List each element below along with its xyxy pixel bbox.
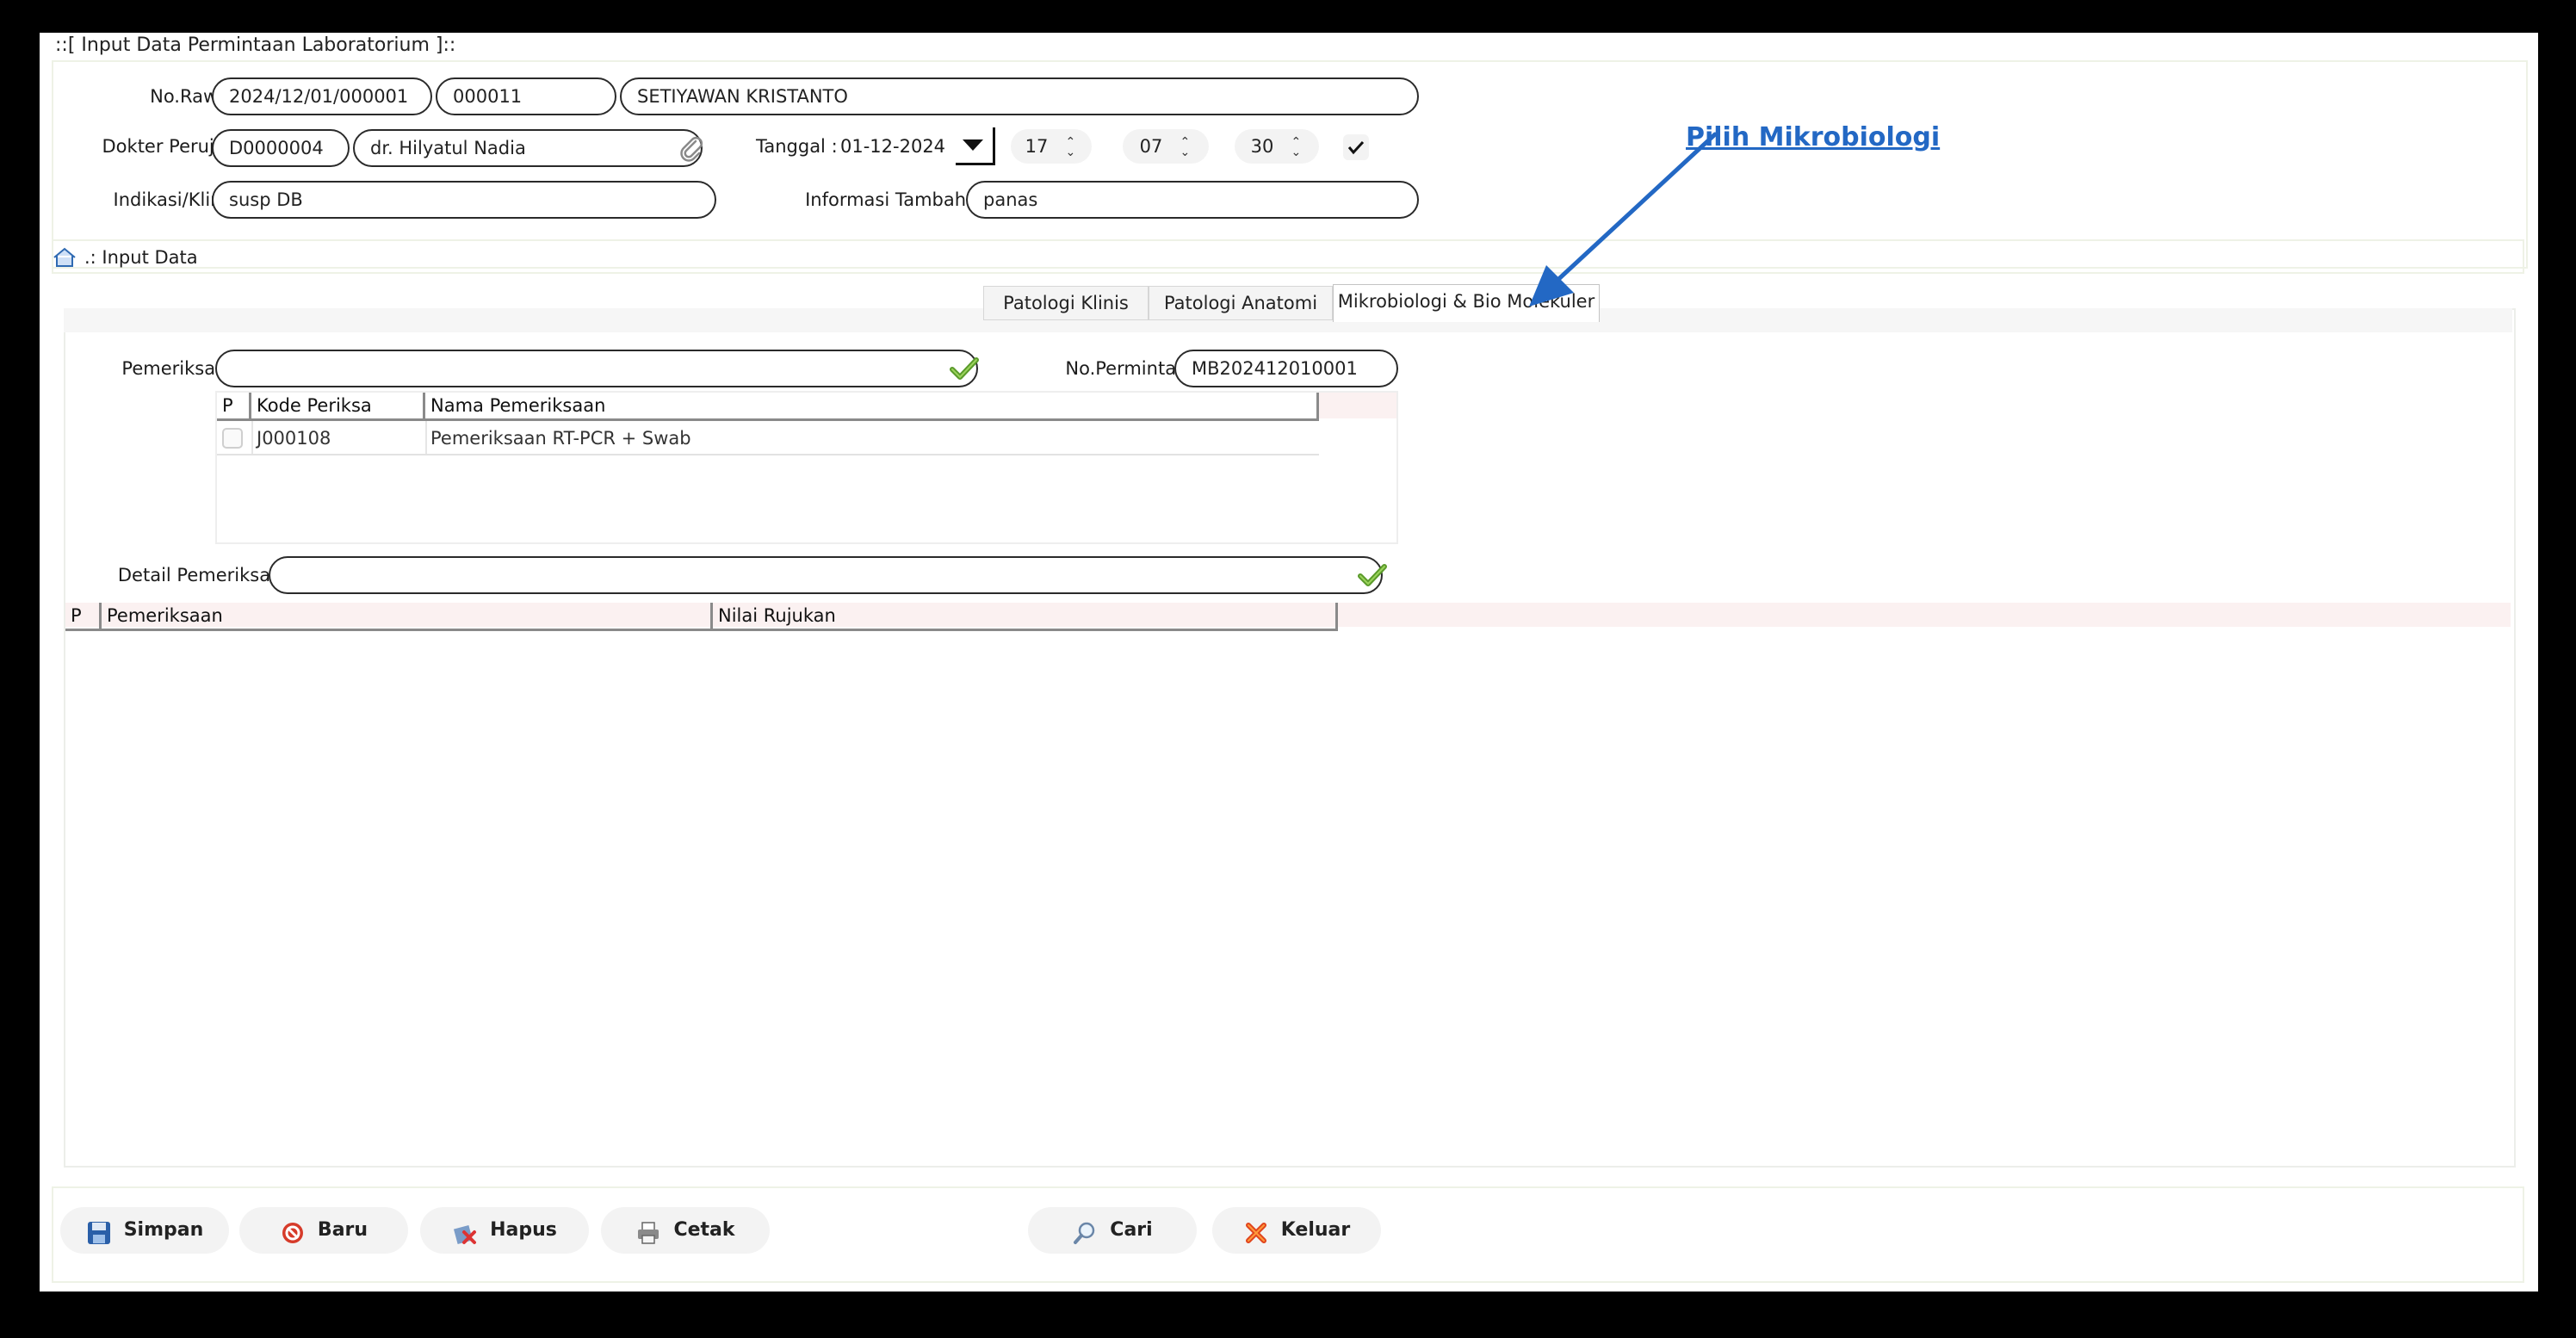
minute-spinner[interactable]: 07 ⌃ ⌄ (1123, 129, 1209, 164)
keluar-button[interactable]: Keluar (1212, 1207, 1381, 1254)
detail-table-header: P Pemeriksaan Nilai Rujukan (65, 603, 1338, 631)
second-spinner[interactable]: 30 ⌃ ⌄ (1235, 129, 1319, 164)
no-rawat-field[interactable]: 2024/12/01/000001 (212, 77, 432, 115)
cell-kode: J000108 (257, 428, 331, 449)
spinner-arrows-icon: ⌃ ⌄ (1291, 135, 1302, 159)
detail-pemeriksaan-label: Detail Pemeriksaan : (117, 565, 305, 585)
search-icon (1072, 1217, 1098, 1244)
date-dropdown-button[interactable] (956, 127, 995, 165)
tanggal-label: Tanggal : (756, 136, 838, 157)
cetak-button[interactable]: Cetak (601, 1207, 770, 1254)
col-nama-pemeriksaan[interactable]: Nama Pemeriksaan (425, 393, 1319, 418)
input-data-label: .: Input Data (84, 247, 198, 268)
indikasi-field[interactable]: susp DB (212, 181, 716, 219)
hour-value: 17 (1025, 136, 1049, 157)
spinner-arrows-icon: ⌃ ⌄ (1065, 135, 1076, 159)
table-header: P Kode Periksa Nama Pemeriksaan (217, 393, 1319, 421)
printer-icon (635, 1217, 661, 1244)
baru-label: Baru (317, 1219, 368, 1241)
close-icon (1243, 1217, 1269, 1243)
simpan-label: Simpan (123, 1219, 204, 1241)
new-icon (280, 1217, 306, 1243)
col-nilai-rujukan[interactable]: Nilai Rujukan (713, 603, 1338, 629)
tanggal-value[interactable]: 01-12-2024 (840, 129, 945, 164)
col-p[interactable]: P (217, 393, 251, 418)
info-tambahan-label: Informasi Tambahan : (805, 189, 1000, 210)
tab-patologi-anatomi[interactable]: Patologi Anatomi (1149, 286, 1333, 320)
col-kode-periksa[interactable]: Kode Periksa (251, 393, 425, 418)
detail-check-icon[interactable] (1357, 561, 1388, 589)
keluar-label: Keluar (1280, 1219, 1351, 1241)
kode-dokter-field[interactable]: D0000004 (212, 129, 350, 167)
hapus-button[interactable]: Hapus (420, 1207, 589, 1254)
checkmark-icon (1347, 140, 1365, 155)
col-p[interactable]: P (65, 603, 102, 629)
row-checkbox[interactable] (222, 428, 243, 449)
nama-dokter-field[interactable]: dr. Hilyatul Nadia (353, 129, 703, 167)
pemeriksaan-search-input[interactable] (215, 350, 978, 387)
lab-request-window: ::[ Input Data Permintaan Laboratorium ]… (40, 33, 2538, 1292)
header-tint (1319, 393, 1396, 418)
chevron-down-icon (963, 139, 983, 151)
save-icon (86, 1217, 112, 1244)
simpan-button[interactable]: Simpan (60, 1207, 229, 1254)
spinner-arrows-icon: ⌃ ⌄ (1180, 135, 1191, 159)
hour-spinner[interactable]: 17 ⌃ ⌄ (1011, 129, 1092, 164)
paperclip-icon[interactable] (677, 134, 706, 164)
home-icon (52, 246, 77, 269)
col-pemeriksaan[interactable]: Pemeriksaan (102, 603, 713, 629)
window-title: ::[ Input Data Permintaan Laboratorium ]… (55, 34, 456, 56)
cetak-label: Cetak (673, 1219, 735, 1241)
info-tambahan-field[interactable]: panas (966, 181, 1419, 219)
cell-nama: Pemeriksaan RT-PCR + Swab (430, 428, 691, 449)
annotation-arrow-icon (1529, 132, 1718, 307)
input-data-header[interactable] (52, 239, 2524, 274)
tab-patologi-klinis[interactable]: Patologi Klinis (983, 286, 1149, 320)
search-check-icon[interactable] (949, 355, 980, 382)
no-permintaan-field[interactable]: MB202412010001 (1174, 350, 1398, 387)
cari-button[interactable]: Cari (1028, 1207, 1197, 1254)
patient-name-field[interactable]: SETIYAWAN KRISTANTO (620, 77, 1419, 115)
no-rm-field[interactable]: 000011 (436, 77, 616, 115)
delete-icon (452, 1217, 478, 1245)
time-auto-checkbox[interactable] (1343, 134, 1369, 160)
table-row[interactable]: J000108 Pemeriksaan RT-PCR + Swab (217, 421, 1319, 455)
detail-search-input[interactable] (269, 556, 1383, 594)
hapus-label: Hapus (490, 1219, 557, 1241)
baru-button[interactable]: Baru (239, 1207, 408, 1254)
cari-label: Cari (1110, 1219, 1153, 1241)
pemeriksaan-table: P Kode Periksa Nama Pemeriksaan J000108 … (215, 391, 1398, 544)
minute-value: 07 (1139, 136, 1163, 157)
second-value: 30 (1250, 136, 1274, 157)
